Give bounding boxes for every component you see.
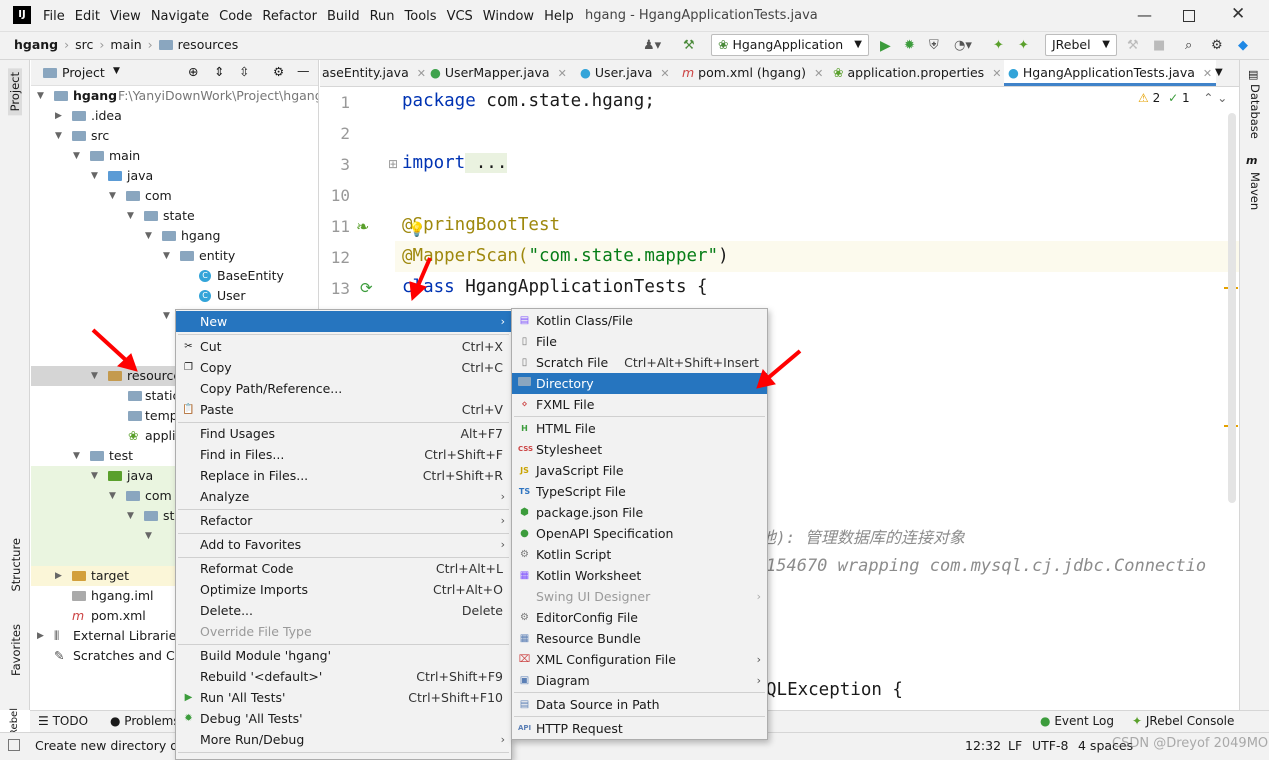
red-arrowhead: [409, 281, 427, 302]
red-arrow: [415, 257, 432, 289]
annotation-arrows: [91, 257, 802, 389]
red-arrow: [91, 328, 130, 364]
red-arrow: [766, 349, 802, 380]
